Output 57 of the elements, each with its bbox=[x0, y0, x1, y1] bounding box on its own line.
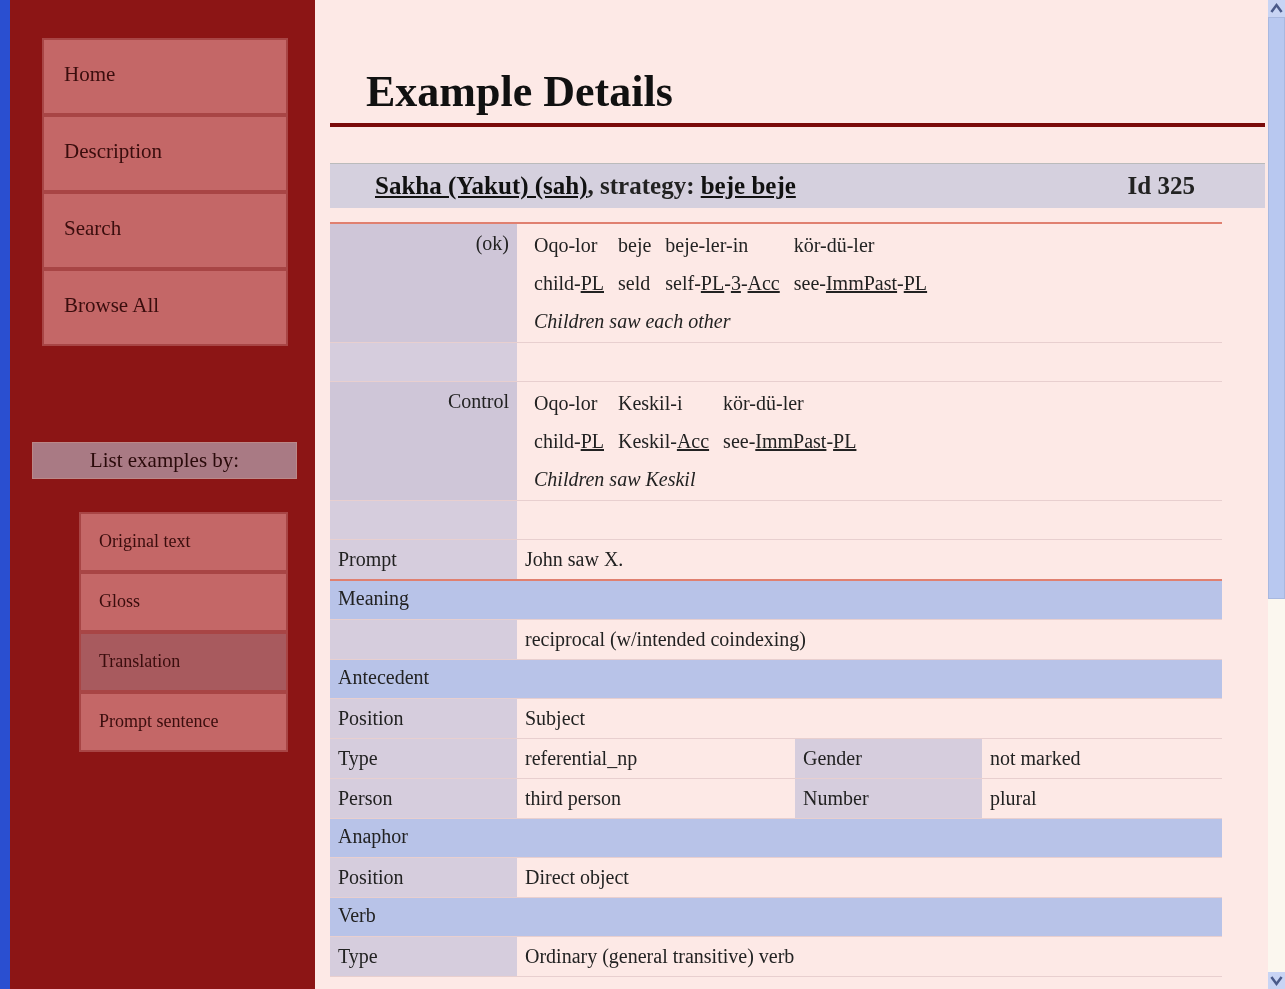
field-value: Ordinary (general transitive) verb bbox=[524, 944, 796, 970]
scrollbar-thumb[interactable] bbox=[1268, 17, 1285, 599]
scroll-up-icon[interactable] bbox=[1268, 0, 1285, 17]
menu-item[interactable]: Home bbox=[42, 38, 288, 115]
field-value: Subject bbox=[524, 706, 586, 732]
list-option[interactable]: Prompt sentence bbox=[79, 692, 288, 752]
field-value: third person bbox=[524, 786, 623, 812]
gloss: Keskil-Acc bbox=[618, 429, 710, 454]
section-heading: Meaning bbox=[330, 581, 1222, 620]
field-value: John saw X. bbox=[524, 547, 625, 572]
field-label: Person bbox=[330, 779, 517, 818]
word: kör-dü-ler bbox=[723, 391, 805, 416]
gloss: self-PL-3-Acc bbox=[665, 271, 780, 296]
word: kör-dü-ler bbox=[793, 233, 876, 258]
field-value: referential_np bbox=[524, 746, 639, 772]
page-title: Example Details bbox=[330, 66, 1265, 127]
field-label: Position bbox=[330, 699, 517, 738]
section-heading: Antecedent bbox=[330, 660, 1222, 699]
scrollbar[interactable] bbox=[1268, 0, 1285, 989]
word: Oqo-lor bbox=[534, 391, 599, 417]
word: beje-ler-in bbox=[665, 233, 750, 259]
example-label: Control bbox=[330, 382, 517, 500]
field-label: Gender bbox=[795, 739, 982, 778]
translation: Children saw each other bbox=[534, 309, 732, 334]
strategy-link[interactable]: beje beje bbox=[700, 172, 796, 199]
field-label: Type bbox=[330, 937, 517, 976]
example-label: (ok) bbox=[330, 224, 517, 342]
gloss: seld bbox=[618, 271, 652, 296]
header-text: , strategy: bbox=[587, 172, 696, 199]
list-option[interactable]: Gloss bbox=[79, 572, 288, 632]
menu-item[interactable]: Description bbox=[42, 115, 288, 192]
field-label: Prompt bbox=[330, 540, 517, 579]
menu-item[interactable]: Search bbox=[42, 192, 288, 269]
field-label: Number bbox=[795, 779, 982, 818]
field-label: Position bbox=[330, 858, 517, 897]
field-value: Direct object bbox=[524, 865, 630, 891]
list-option[interactable]: Original text bbox=[79, 512, 288, 572]
language-link[interactable]: Sakha (Yakut) (sah) bbox=[375, 172, 588, 199]
gloss: child-PL bbox=[534, 271, 604, 296]
list-heading: List examples by: bbox=[32, 442, 297, 479]
word: Oqo-lor bbox=[534, 233, 599, 259]
menu-item[interactable]: Browse All bbox=[42, 269, 288, 346]
section-heading: Anaphor bbox=[330, 819, 1222, 858]
gloss: see-ImmPast-PL bbox=[723, 429, 857, 454]
word: Keskil-i bbox=[618, 391, 684, 416]
list-option[interactable]: Translation bbox=[79, 632, 288, 692]
field-value: not marked bbox=[989, 746, 1082, 771]
field-value: plural bbox=[989, 786, 1038, 812]
field-value: reciprocal (w/intended coindexing) bbox=[524, 627, 807, 653]
word: beje bbox=[618, 233, 652, 259]
translation: Children saw Keskil bbox=[534, 467, 697, 492]
field-label: Type bbox=[330, 739, 517, 778]
scroll-down-icon[interactable] bbox=[1268, 972, 1285, 989]
gloss: child-PL bbox=[534, 429, 604, 454]
gloss: see-ImmPast-PL bbox=[793, 271, 928, 296]
section-heading: Verb bbox=[330, 898, 1222, 937]
example-id: Id 325 bbox=[1127, 172, 1195, 200]
